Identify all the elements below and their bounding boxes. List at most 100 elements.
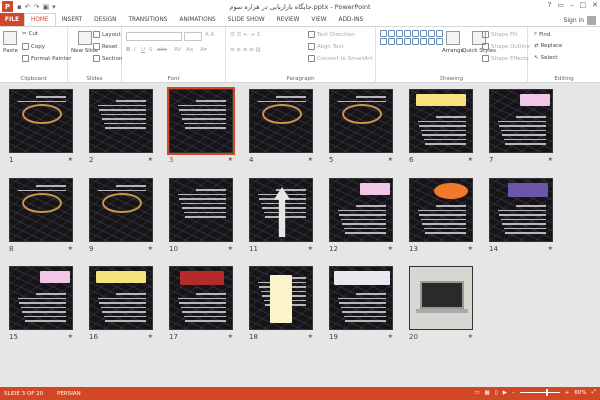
- tab-design[interactable]: DESIGN: [88, 13, 122, 26]
- text-direction-button[interactable]: Text Direction: [308, 31, 355, 38]
- transition-star-icon[interactable]: ★: [68, 156, 73, 163]
- transition-star-icon[interactable]: ★: [548, 245, 553, 252]
- transition-star-icon[interactable]: ★: [388, 156, 393, 163]
- shape-effects-button[interactable]: Shape Effects: [482, 55, 529, 62]
- shape-icon[interactable]: [412, 30, 419, 37]
- slide-thumbnail[interactable]: [409, 266, 473, 330]
- tab-slide-show[interactable]: SLIDE SHOW: [222, 13, 271, 26]
- undo-icon[interactable]: ↶: [25, 3, 31, 11]
- tab-transitions[interactable]: TRANSITIONS: [123, 13, 174, 26]
- slide-thumbnail[interactable]: [249, 178, 313, 242]
- arrange-button[interactable]: Arrange: [442, 31, 464, 54]
- shape-outline-button[interactable]: Shape Outline: [482, 43, 530, 50]
- slide-thumbnail[interactable]: [409, 89, 473, 153]
- zoom-in-icon[interactable]: +: [565, 390, 570, 396]
- slide-thumbnail[interactable]: [169, 178, 233, 242]
- zoom-slider[interactable]: [519, 389, 560, 396]
- transition-star-icon[interactable]: ★: [68, 245, 73, 252]
- select-button[interactable]: ↖ Select: [534, 55, 558, 61]
- shape-icon[interactable]: [428, 30, 435, 37]
- change-case-button[interactable]: Aa: [186, 47, 193, 53]
- zoom-level[interactable]: 60%: [574, 390, 586, 396]
- reading-view-icon[interactable]: ▯: [495, 390, 498, 396]
- close-icon[interactable]: ✕: [592, 1, 598, 9]
- transition-star-icon[interactable]: ★: [468, 245, 473, 252]
- slide-thumbnail[interactable]: [489, 178, 553, 242]
- shape-icon[interactable]: [388, 30, 395, 37]
- shape-icon[interactable]: [396, 30, 403, 37]
- shape-icon[interactable]: [380, 38, 387, 45]
- slide-thumbnail-item[interactable]: 14 ★: [489, 178, 553, 253]
- slide-thumbnail-item[interactable]: 17 ★: [169, 266, 233, 341]
- section-button[interactable]: Section: [93, 55, 122, 62]
- redo-icon[interactable]: ↷: [34, 3, 40, 11]
- slideshow-view-icon[interactable]: ▶: [503, 390, 507, 396]
- transition-star-icon[interactable]: ★: [68, 333, 73, 340]
- slide-thumbnail[interactable]: [9, 266, 73, 330]
- slide-thumbnail[interactable]: [89, 89, 153, 153]
- find-button[interactable]: ⌕ Find: [534, 31, 550, 38]
- shape-icon[interactable]: [404, 30, 411, 37]
- transition-star-icon[interactable]: ★: [388, 333, 393, 340]
- font-name-combo[interactable]: [126, 32, 182, 41]
- shadow-button[interactable]: S: [149, 47, 153, 53]
- transition-star-icon[interactable]: ★: [308, 156, 313, 163]
- slide-thumbnail-item[interactable]: 19 ★: [329, 266, 393, 341]
- tab-animations[interactable]: ANIMATIONS: [173, 13, 221, 26]
- transition-star-icon[interactable]: ★: [228, 156, 233, 163]
- font-size-combo[interactable]: [184, 32, 202, 41]
- transition-star-icon[interactable]: ★: [148, 156, 153, 163]
- slide-thumbnail[interactable]: [409, 178, 473, 242]
- reset-button[interactable]: Reset: [93, 43, 117, 50]
- transition-star-icon[interactable]: ★: [388, 245, 393, 252]
- transition-star-icon[interactable]: ★: [308, 245, 313, 252]
- char-spacing-button[interactable]: AV: [174, 47, 181, 53]
- tab-review[interactable]: REVIEW: [271, 13, 306, 26]
- convert-smartart-button[interactable]: Convert to SmartArt: [308, 55, 373, 62]
- tab-add-ins[interactable]: ADD-INS: [332, 13, 369, 26]
- tab-home[interactable]: HOME: [24, 13, 56, 26]
- slide-thumbnail-item[interactable]: 6 ★: [409, 89, 473, 164]
- font-color-button[interactable]: A▾: [200, 47, 207, 53]
- slide-thumbnail-item[interactable]: 16 ★: [89, 266, 153, 341]
- cut-button[interactable]: ✂ Cut: [22, 31, 38, 37]
- transition-star-icon[interactable]: ★: [228, 333, 233, 340]
- slide-thumbnail-item[interactable]: 5 ★: [329, 89, 393, 164]
- slide-thumbnail-item[interactable]: 9 ★: [89, 178, 153, 253]
- tab-view[interactable]: VIEW: [305, 13, 332, 26]
- maximize-icon[interactable]: □: [580, 1, 587, 9]
- paste-button[interactable]: Paste: [3, 31, 18, 54]
- slide-thumbnail-item[interactable]: 7 ★: [489, 89, 553, 164]
- language-indicator[interactable]: PERSIAN: [57, 391, 81, 397]
- slide-thumbnail-item[interactable]: 10 ★: [169, 178, 233, 253]
- slide-thumbnail[interactable]: [169, 266, 233, 330]
- customize-qat-icon[interactable]: ▾: [52, 3, 56, 11]
- slide-thumbnail[interactable]: [89, 178, 153, 242]
- slide-thumbnail-item[interactable]: 3 ★: [167, 87, 235, 164]
- replace-button[interactable]: ⇄ Replace: [534, 43, 562, 49]
- slide-thumbnail-item[interactable]: 11 ★: [249, 178, 313, 253]
- slide-thumbnail-item[interactable]: 18 ★: [249, 266, 313, 341]
- transition-star-icon[interactable]: ★: [548, 156, 553, 163]
- zoom-out-icon[interactable]: –: [512, 390, 515, 396]
- transition-star-icon[interactable]: ★: [148, 333, 153, 340]
- shape-icon[interactable]: [420, 30, 427, 37]
- slide-sorter-view-icon[interactable]: ▦: [485, 390, 490, 396]
- fit-slide-icon[interactable]: ⤢: [592, 389, 596, 396]
- slide-thumbnail[interactable]: [249, 89, 313, 153]
- ribbon-display-icon[interactable]: ▭: [557, 1, 564, 9]
- underline-button[interactable]: U: [141, 47, 145, 53]
- slide-thumbnail[interactable]: [329, 266, 393, 330]
- tab-insert[interactable]: INSERT: [56, 13, 89, 26]
- transition-star-icon[interactable]: ★: [468, 333, 473, 340]
- transition-star-icon[interactable]: ★: [468, 156, 473, 163]
- shape-fill-button[interactable]: Shape Fill: [482, 31, 517, 38]
- bullets-button[interactable]: ☰ ☰ ⇤ ⇥ ↕: [230, 32, 261, 38]
- slide-thumbnail[interactable]: [329, 89, 393, 153]
- slide-thumbnail[interactable]: [167, 87, 235, 155]
- copy-button[interactable]: Copy: [22, 43, 45, 50]
- slide-thumbnail-item[interactable]: 15 ★: [9, 266, 73, 341]
- format-painter-button[interactable]: Format Painter: [22, 55, 71, 62]
- slide-thumbnail[interactable]: [249, 266, 313, 330]
- slide-thumbnail-item[interactable]: 20 ★: [409, 266, 473, 341]
